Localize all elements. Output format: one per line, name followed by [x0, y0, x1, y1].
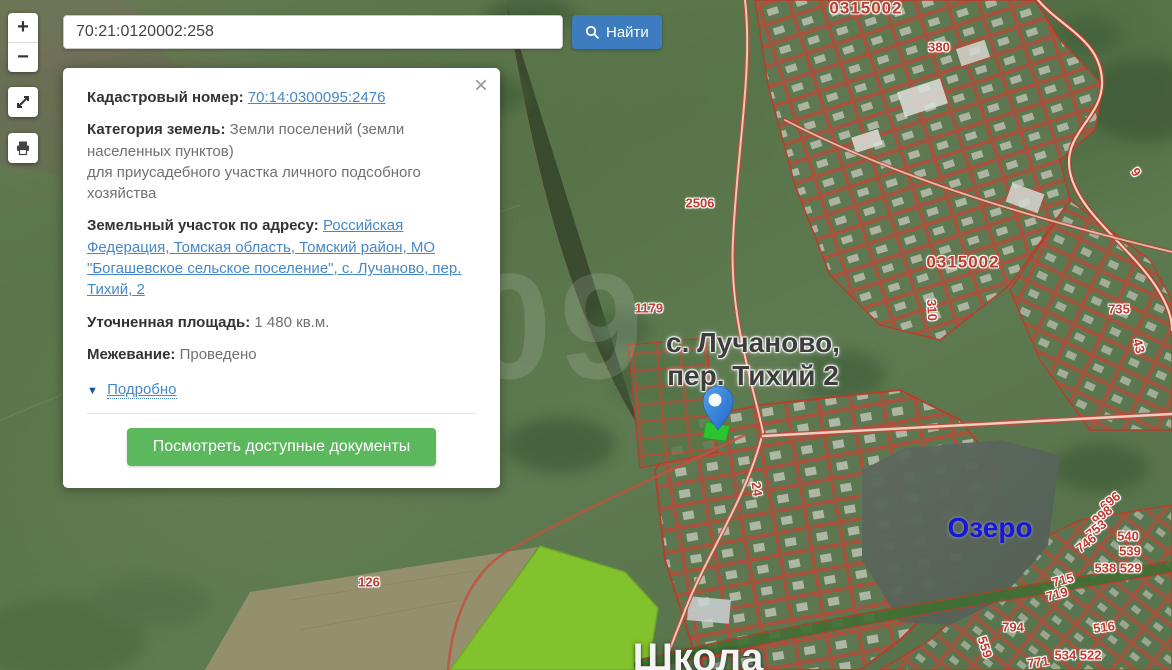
print-button[interactable] — [8, 133, 38, 163]
survey-label: Межевание: — [87, 345, 176, 363]
cadastral-number-row: Кадастровый номер: 70:14:0300095:2476 — [87, 87, 476, 108]
place-label-line1: с. Лучаново, — [666, 327, 840, 358]
expand-icon — [17, 96, 29, 108]
parcel-label: 771 — [1026, 653, 1050, 670]
area-label: Уточненная площадь: — [87, 313, 251, 331]
parcel-label: 1179 — [634, 300, 664, 316]
close-icon[interactable]: × — [474, 74, 488, 98]
cadastral-number-label: Кадастровый номер: — [87, 89, 244, 106]
parcel-label: 540 — [1117, 528, 1139, 544]
details-row: ▼ Подробно — [87, 379, 476, 400]
survey-value: Проведено — [179, 345, 257, 363]
zoom-control: + − — [8, 13, 38, 72]
place-label: с. Лучаново, пер. Тихий 2 — [638, 326, 868, 392]
parcel-label: 719 — [1044, 583, 1070, 605]
map-marker[interactable] — [695, 384, 741, 446]
lake-label: Озеро — [947, 512, 1033, 543]
place-label-line2: пер. Тихий 2 — [667, 360, 839, 392]
chevron-down-icon: ▼ — [87, 385, 98, 398]
land-use-value: для приусадебного участка личного подсоб… — [87, 163, 421, 203]
map-canvas[interactable]: 09 0315002 380 2506 1179 0315002 310 9 735 43 126… — [0, 0, 1172, 670]
pin-hole — [708, 393, 722, 407]
zoom-in-button[interactable]: + — [8, 13, 38, 43]
school-label: Школа — [632, 636, 764, 670]
parcel-label: 43 — [1129, 337, 1149, 355]
area-value: 1 480 кв.м. — [254, 313, 330, 331]
parcel-label: 534 522 — [1054, 647, 1102, 663]
survey-row: Межевание: Проведено — [87, 344, 476, 365]
land-category-row: Категория земель: Земли поселений (земли… — [87, 119, 476, 204]
parcel-info-card: × Кадастровый номер: 70:14:0300095:2476 … — [63, 68, 500, 488]
search-button-label: Найти — [606, 23, 649, 41]
parcel-label: 24 — [748, 480, 766, 498]
address-row: Земельный участок по адресу: Российская … — [87, 215, 476, 300]
fullscreen-button[interactable] — [8, 87, 38, 117]
parcel-label: 539 — [1119, 543, 1141, 559]
address-label: Земельный участок по адресу: — [87, 217, 319, 235]
cadastral-number-link[interactable]: 70:14:0300095:2476 — [248, 89, 386, 106]
printer-icon — [17, 141, 29, 156]
parcel-label: 380 — [928, 39, 950, 55]
parcel-label: 126 — [358, 574, 380, 590]
divider — [87, 412, 476, 414]
zoom-out-button[interactable]: − — [8, 43, 38, 72]
land-category-label: Категория земель: — [87, 121, 226, 139]
parcel-label: 9 — [1127, 164, 1145, 180]
search-icon — [585, 25, 600, 39]
search-button[interactable]: Найти — [572, 15, 662, 49]
parcel-label: 559 — [974, 634, 996, 660]
parcel-label: 794 — [1002, 619, 1024, 635]
parcel-label: 538 529 — [1094, 560, 1142, 576]
parcel-label: 0315002 — [926, 252, 1000, 272]
parcel-label: 2506 — [685, 195, 715, 211]
search-input[interactable] — [63, 15, 563, 49]
view-documents-button[interactable]: Посмотреть доступные документы — [126, 427, 437, 466]
parcel-label: 310 — [923, 298, 941, 322]
parcel-label: 735 — [1108, 301, 1130, 317]
details-link[interactable]: Подробно — [107, 381, 177, 400]
area-row: Уточненная площадь: 1 480 кв.м. — [87, 312, 476, 333]
parcel-label: 516 — [1092, 618, 1116, 636]
parcel-label: 0315002 — [829, 0, 903, 18]
